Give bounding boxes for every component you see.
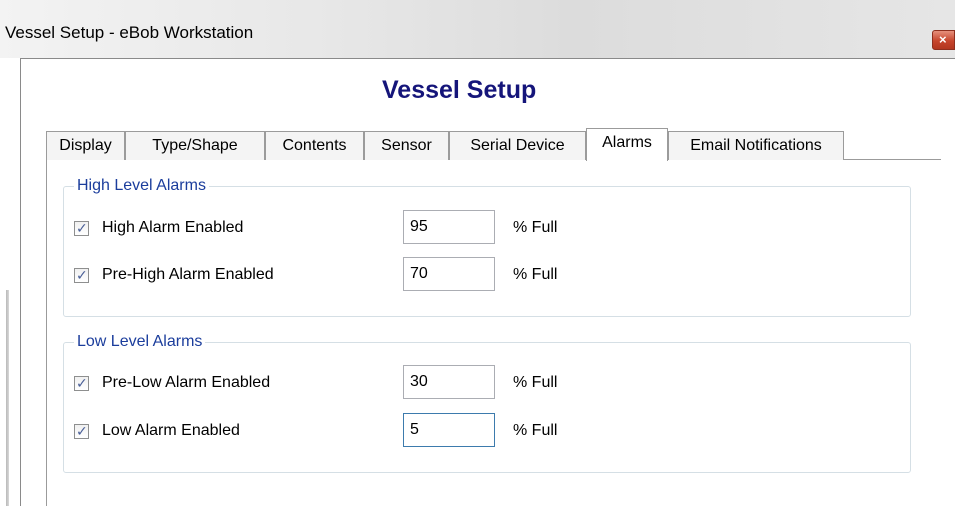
window-frame-edge bbox=[6, 290, 9, 506]
low-alarm-value-input[interactable] bbox=[403, 413, 495, 447]
pre-low-alarm-unit: % Full bbox=[513, 374, 558, 391]
pre-high-alarm-label[interactable]: Pre-High Alarm Enabled bbox=[102, 266, 274, 284]
pre-high-alarm-value-input[interactable] bbox=[403, 257, 495, 291]
tab-display[interactable]: Display bbox=[46, 131, 125, 160]
low-alarm-checkbox[interactable]: ✓ bbox=[74, 423, 89, 439]
tab-alarms[interactable]: Alarms bbox=[586, 128, 668, 161]
high-alarm-value-input[interactable] bbox=[403, 210, 495, 244]
high-alarm-checkbox[interactable]: ✓ bbox=[74, 220, 89, 236]
high-alarm-unit: % Full bbox=[513, 219, 558, 236]
low-alarm-unit: % Full bbox=[513, 422, 558, 439]
high-level-alarms-group bbox=[63, 186, 911, 317]
checkmark-icon: ✓ bbox=[76, 423, 88, 439]
title-bar[interactable]: Vessel Setup - eBob Workstation × bbox=[0, 0, 955, 58]
checkmark-icon: ✓ bbox=[76, 220, 88, 236]
vessel-setup-window: Vessel Setup - eBob Workstation × Vessel… bbox=[0, 0, 955, 506]
tab-email-notifications[interactable]: Email Notifications bbox=[668, 131, 844, 160]
pre-high-alarm-checkbox[interactable]: ✓ bbox=[74, 267, 89, 283]
tab-sensor[interactable]: Sensor bbox=[364, 131, 449, 160]
close-icon: × bbox=[939, 32, 947, 47]
tab-serial-device[interactable]: Serial Device bbox=[449, 131, 586, 160]
pre-low-alarm-value-input[interactable] bbox=[403, 365, 495, 399]
close-button[interactable]: × bbox=[932, 30, 955, 50]
checkmark-icon: ✓ bbox=[76, 267, 88, 283]
low-level-alarms-group bbox=[63, 342, 911, 473]
pre-high-alarm-unit: % Full bbox=[513, 266, 558, 283]
high-alarm-label[interactable]: High Alarm Enabled bbox=[102, 219, 243, 237]
page-title: Vessel Setup bbox=[382, 76, 537, 104]
checkmark-icon: ✓ bbox=[76, 375, 88, 391]
tab-contents[interactable]: Contents bbox=[265, 131, 364, 160]
high-level-alarms-legend: High Level Alarms bbox=[74, 177, 209, 195]
tab-type-shape[interactable]: Type/Shape bbox=[125, 131, 265, 160]
pre-low-alarm-checkbox[interactable]: ✓ bbox=[74, 375, 89, 391]
window-title: Vessel Setup - eBob Workstation bbox=[5, 23, 254, 42]
low-level-alarms-legend: Low Level Alarms bbox=[74, 333, 206, 351]
pre-low-alarm-label[interactable]: Pre-Low Alarm Enabled bbox=[102, 374, 270, 392]
low-alarm-label[interactable]: Low Alarm Enabled bbox=[102, 422, 240, 440]
